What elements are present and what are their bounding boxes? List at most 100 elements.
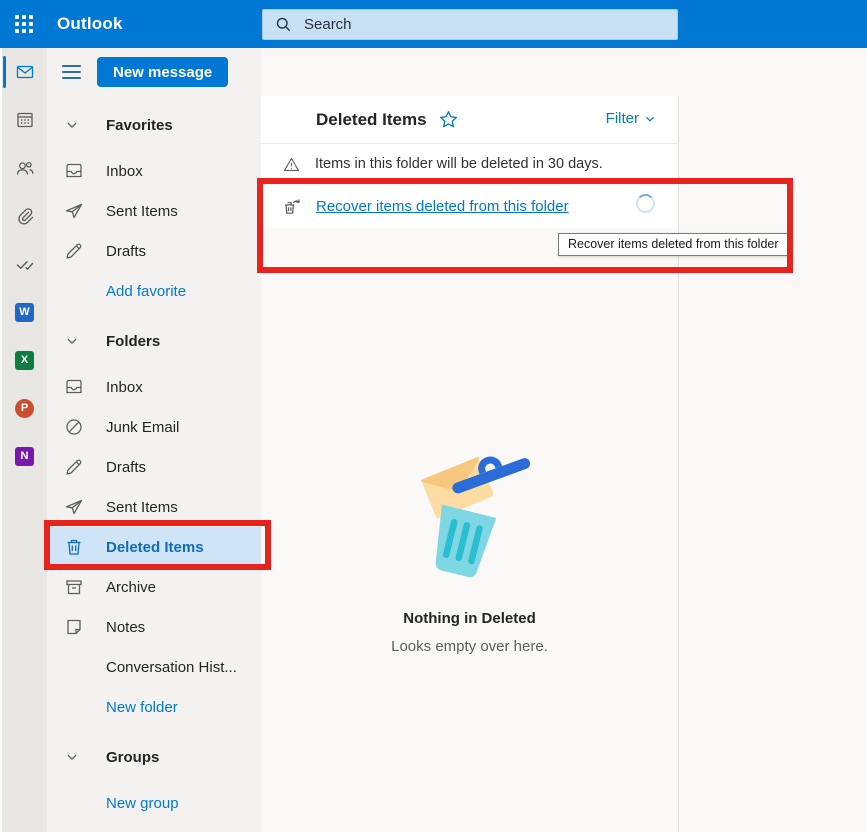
onenote-icon: N	[15, 446, 34, 466]
rail-item-word[interactable]: W	[2, 288, 47, 336]
icon-spacer	[64, 281, 84, 301]
rail-item-calendar[interactable]	[2, 96, 47, 144]
nav-section-folders: Folders Inbox Junk Email Drafts Sent Items De…	[47, 321, 261, 727]
icon-spacer	[64, 657, 84, 677]
nav-section-groups: Groups New group	[47, 737, 261, 823]
chevron-down-icon	[65, 750, 79, 764]
folder-sidebar: New message Favorites Inbox Sent Items Draf…	[47, 48, 261, 832]
inbox-icon	[64, 161, 84, 181]
recover-items-link[interactable]: Recover items deleted from this folder	[316, 198, 569, 215]
sidebar-item-add-favorite[interactable]: Add favorite	[47, 271, 261, 311]
sidebar-item-label: New group	[106, 794, 179, 812]
app-launcher-button[interactable]	[0, 0, 48, 48]
chevron-down-icon	[65, 334, 79, 348]
tooltip: Recover items deleted from this folder	[558, 233, 789, 256]
rail-item-attachments[interactable]	[2, 192, 47, 240]
icon-spacer	[64, 697, 84, 717]
calendar-icon	[15, 110, 35, 130]
send-icon	[64, 497, 84, 517]
sidebar-item-sent-items[interactable]: Sent Items	[47, 191, 261, 231]
sidebar-item-label: New folder	[106, 698, 178, 716]
filter-label: Filter	[605, 110, 639, 127]
sidebar-item-archive[interactable]: Archive	[47, 567, 261, 607]
inbox-icon	[64, 377, 84, 397]
sidebar-item-drafts[interactable]: Drafts	[47, 447, 261, 487]
mail-icon	[15, 62, 35, 82]
block-icon	[64, 417, 84, 437]
sidebar-item-sent-items[interactable]: Sent Items	[47, 487, 261, 527]
sidebar-item-drafts[interactable]: Drafts	[47, 231, 261, 271]
recover-items-row[interactable]: Recover items deleted from this folder	[261, 185, 678, 228]
rail-item-people[interactable]	[2, 144, 47, 192]
powerpoint-icon: P	[15, 398, 34, 418]
trash-icon	[64, 537, 84, 557]
section-label: Folders	[106, 332, 161, 350]
sidebar-item-label: Add favorite	[106, 282, 187, 300]
empty-state-subtitle: Looks empty over here.	[391, 638, 548, 655]
section-header-folders[interactable]: Folders	[47, 321, 261, 361]
sidebar-item-new-group[interactable]: New group	[47, 783, 261, 823]
recover-trash-icon	[282, 197, 302, 217]
tasks-icon	[15, 254, 35, 274]
sidebar-item-conversation-hist[interactable]: Conversation Hist...	[47, 647, 261, 687]
section-label: Favorites	[106, 116, 173, 134]
sidebar-item-deleted-items[interactable]: Deleted Items	[47, 527, 261, 567]
word-icon: W	[15, 302, 34, 322]
pencil-icon	[64, 241, 84, 261]
top-bar: Outlook	[0, 0, 867, 48]
mail-toolbar: New message	[47, 48, 261, 96]
app-rail: W X P N	[0, 48, 47, 832]
sidebar-item-notes[interactable]: Notes	[47, 607, 261, 647]
chevron-down-icon	[65, 118, 79, 132]
search-input[interactable]	[304, 16, 634, 33]
rail-item-mail[interactable]	[2, 48, 47, 96]
loading-spinner	[636, 194, 655, 213]
rail-item-excel[interactable]: X	[2, 336, 47, 384]
filter-button[interactable]: Filter	[606, 110, 656, 127]
empty-state: Nothing in Deleted Looks empty over here…	[261, 446, 678, 655]
search-box[interactable]	[262, 9, 678, 40]
section-header-groups[interactable]: Groups	[47, 737, 261, 777]
search-icon	[275, 16, 292, 33]
sidebar-item-new-folder[interactable]: New folder	[47, 687, 261, 727]
section-label: Groups	[106, 748, 160, 766]
people-icon	[15, 158, 35, 178]
favorite-star-icon[interactable]	[439, 110, 458, 129]
sidebar-item-label: Archive	[106, 578, 157, 596]
sidebar-item-inbox[interactable]: Inbox	[47, 151, 261, 191]
empty-trash-illustration	[421, 456, 531, 578]
rail-item-onenote[interactable]: N	[2, 432, 47, 480]
sidebar-item-label: Sent Items	[106, 498, 178, 516]
sidebar-item-label: Inbox	[106, 378, 143, 396]
sidebar-item-junk-email[interactable]: Junk Email	[47, 407, 261, 447]
folder-header: Deleted Items Filter	[261, 96, 678, 144]
sidebar-item-label: Inbox	[106, 162, 143, 180]
warning-icon	[283, 156, 300, 173]
retention-notice-text: Items in this folder will be deleted in …	[315, 156, 603, 172]
sidebar-item-inbox[interactable]: Inbox	[47, 367, 261, 407]
icon-spacer	[64, 793, 84, 813]
waffle-icon	[15, 15, 33, 33]
sidebar-item-label: Deleted Items	[106, 538, 204, 556]
retention-notice: Items in this folder will be deleted in …	[261, 144, 678, 185]
section-header-favorites[interactable]: Favorites	[47, 105, 261, 145]
send-icon	[64, 201, 84, 221]
sidebar-item-label: Junk Email	[106, 418, 180, 436]
sidebar-item-label: Notes	[106, 618, 146, 636]
pencil-icon	[64, 457, 84, 477]
new-message-button[interactable]: New message	[97, 57, 229, 87]
rail-item-powerpoint[interactable]: P	[2, 384, 47, 432]
sidebar-item-label: Drafts	[106, 458, 147, 476]
rail-item-tasks[interactable]	[2, 240, 47, 288]
brand-title: Outlook	[57, 14, 123, 33]
sidebar-item-label: Sent Items	[106, 202, 178, 220]
empty-state-title: Nothing in Deleted	[403, 610, 536, 627]
note-icon	[64, 617, 84, 637]
attachments-icon	[15, 206, 35, 226]
sidebar-item-label: Conversation Hist...	[106, 658, 237, 676]
hamburger-menu-icon[interactable]	[62, 61, 84, 83]
sidebar-item-label: Drafts	[106, 242, 147, 260]
reading-pane	[678, 96, 867, 832]
message-list-pane: Deleted Items Filter Items in this folde…	[261, 96, 678, 832]
chevron-down-icon	[645, 116, 655, 122]
